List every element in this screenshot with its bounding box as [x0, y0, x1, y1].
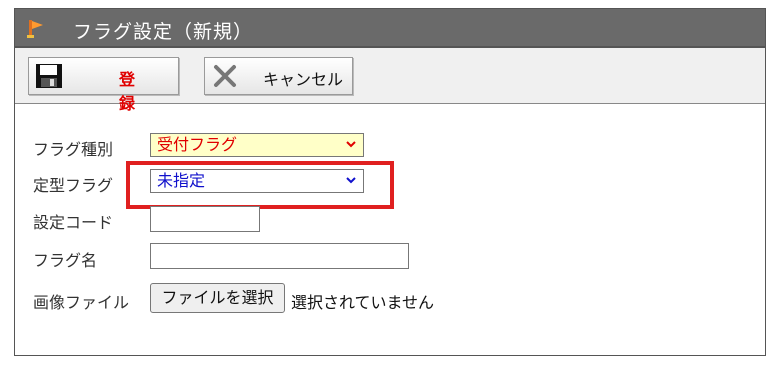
floppy-disk-icon: [36, 64, 62, 88]
toolbar: 登 録 キャンセル: [15, 48, 765, 113]
fixed-flag-select[interactable]: 未指定: [150, 169, 364, 193]
flag-kind-select[interactable]: 受付フラグ: [150, 133, 364, 157]
fixed-flag-value: 未指定: [157, 171, 206, 190]
cancel-button[interactable]: キャンセル: [204, 57, 353, 95]
save-button[interactable]: 登 録: [28, 57, 179, 113]
flag-name-input[interactable]: [150, 243, 409, 269]
chevron-down-icon: [346, 141, 356, 148]
image-file-label: 画像ファイル: [33, 293, 130, 312]
flag-icon: [27, 20, 43, 38]
flag-name-label: フラグ名: [33, 251, 98, 270]
title-bar: フラグ設定（新規）: [15, 9, 765, 48]
cancel-label: キャンセル: [263, 70, 344, 89]
chevron-down-icon: [346, 177, 356, 184]
flag-settings-window: フラグ設定（新規） 登 録 キャンセル フラグ種別 受付フラグ 定型フラグ 未指…: [14, 8, 766, 356]
flag-kind-label: フラグ種別: [33, 140, 114, 159]
save-label: 登 録: [119, 70, 146, 113]
setting-code-label: 設定コード: [33, 213, 114, 232]
setting-code-input[interactable]: [150, 206, 260, 232]
close-x-icon: [214, 65, 236, 87]
choose-file-button[interactable]: ファイルを選択: [150, 283, 285, 313]
file-status-text: 選択されていません: [291, 293, 435, 312]
flag-kind-value: 受付フラグ: [157, 135, 238, 154]
window-title: フラグ設定（新規）: [73, 21, 254, 43]
fixed-flag-label: 定型フラグ: [33, 176, 114, 195]
